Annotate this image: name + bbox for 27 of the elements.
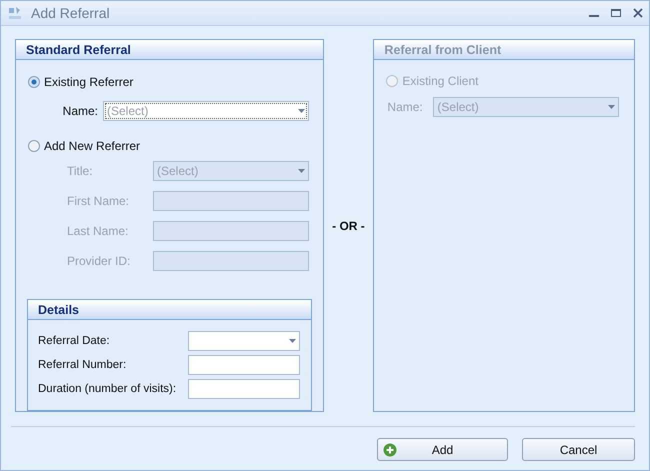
- close-icon[interactable]: [633, 8, 643, 18]
- field-label: Last Name:: [67, 224, 130, 238]
- input-field[interactable]: [188, 355, 300, 376]
- field-label: Referral Number:: [38, 359, 128, 372]
- radio-button[interactable]: Existing Referrer: [28, 75, 134, 90]
- app-logo-icon: [7, 5, 23, 22]
- add-button[interactable]: Add: [377, 438, 508, 461]
- field-label: Duration (number of visits):: [38, 383, 178, 396]
- field-label: Title:: [67, 164, 94, 178]
- field-label: Provider ID:: [67, 254, 132, 268]
- or-separator: - OR -: [331, 218, 366, 233]
- window-title: Add Referral: [31, 5, 111, 22]
- field-label: Referral Date:: [38, 335, 111, 348]
- dropdown-field[interactable]: [188, 331, 300, 352]
- panel-header: Details: [28, 300, 310, 320]
- panel-header: Referral from Client: [374, 40, 634, 60]
- field-label: Name:: [62, 104, 99, 118]
- dropdown-caret-icon[interactable]: [289, 339, 296, 344]
- field-label: Name:: [387, 100, 424, 114]
- cancel-button[interactable]: Cancel: [522, 438, 635, 461]
- dropdown-caret-icon[interactable]: [608, 105, 616, 110]
- plus-icon: [383, 443, 397, 457]
- input-field[interactable]: [188, 379, 300, 400]
- panel-header: Standard Referral: [16, 40, 322, 60]
- maximize-icon[interactable]: [611, 8, 621, 18]
- field-label: First Name:: [67, 194, 130, 208]
- dropdown-caret-icon[interactable]: [298, 109, 305, 114]
